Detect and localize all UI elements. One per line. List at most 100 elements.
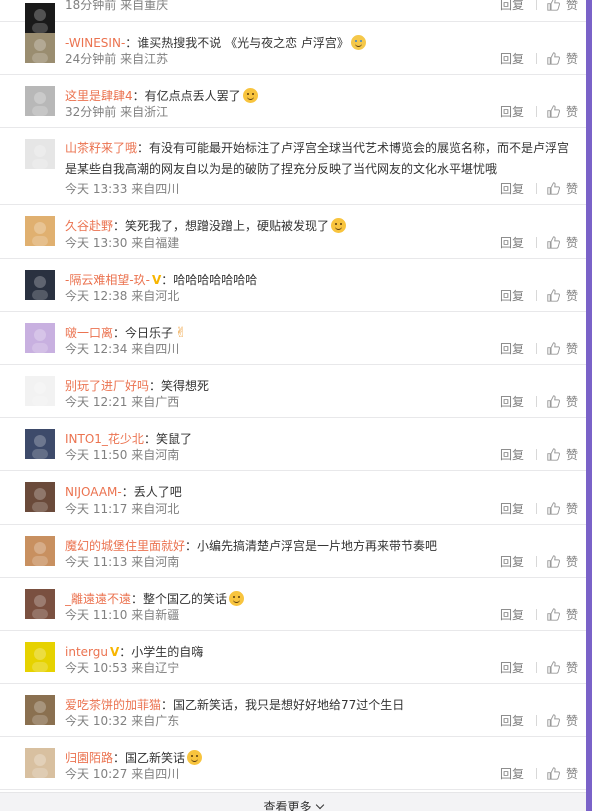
thumbs-up-icon[interactable] xyxy=(547,555,560,568)
thumbs-up-icon[interactable] xyxy=(547,289,560,302)
comment-username[interactable]: -WINESIN- xyxy=(65,36,125,50)
like-label[interactable]: 赞 xyxy=(566,661,578,675)
reply-button[interactable]: 回复 xyxy=(500,105,524,119)
like-label[interactable]: 赞 xyxy=(566,0,578,12)
divider xyxy=(535,396,537,408)
thumbs-up-icon[interactable] xyxy=(547,501,560,515)
avatar[interactable] xyxy=(25,86,55,117)
like-label[interactable]: 赞 xyxy=(566,289,578,303)
like-label[interactable]: 赞 xyxy=(566,105,578,119)
comment-username[interactable]: 爱吃茶饼的加菲猫 xyxy=(65,698,161,712)
comment-item: -WINESIN-：谁买热搜我不说 《光与夜之恋 卢浮宫》 24分钟前 来自江苏… xyxy=(0,22,586,76)
comment-username[interactable]: 山茶籽来了哦 xyxy=(65,141,137,155)
view-more-bar[interactable]: 查看更多 xyxy=(0,792,586,811)
comment-actions: 回复 赞 xyxy=(500,659,578,676)
thumbs-up-icon[interactable] xyxy=(547,714,560,727)
comment-username[interactable]: intergu xyxy=(65,645,108,659)
comment-text: ：有亿点点丢人罢了 xyxy=(132,89,241,104)
comment-actions: 回复 赞 xyxy=(500,553,578,570)
like-label[interactable]: 赞 xyxy=(566,714,578,728)
avatar[interactable] xyxy=(25,748,55,779)
comment-location: 来自河北 xyxy=(131,501,180,516)
thumbs-up-icon[interactable] xyxy=(547,0,560,11)
reply-button[interactable]: 回复 xyxy=(500,342,524,356)
comment-meta: 24分钟前 来自江苏 xyxy=(65,50,168,67)
thumbs-up-icon[interactable] xyxy=(547,395,560,408)
like-label[interactable]: 赞 xyxy=(566,448,578,462)
avatar[interactable] xyxy=(25,588,55,619)
comment-meta: 今天 10:53 来自辽宁 xyxy=(65,659,179,676)
comment-username[interactable]: NIJOAAM- xyxy=(65,485,122,499)
avatar[interactable] xyxy=(25,322,55,353)
like-label[interactable]: 赞 xyxy=(566,52,578,66)
comment-text: ：小学生的自嗨 xyxy=(119,644,204,659)
comment-username[interactable]: 归園陌路 xyxy=(65,751,113,765)
comment-username[interactable]: 魔幻的城堡住里面就好 xyxy=(65,539,185,553)
view-more-button[interactable]: 查看更多 xyxy=(263,800,311,811)
avatar[interactable] xyxy=(25,641,55,672)
thumbs-up-icon[interactable] xyxy=(547,767,560,781)
avatar[interactable] xyxy=(25,429,55,460)
reply-button[interactable]: 回复 xyxy=(500,661,524,675)
avatar[interactable] xyxy=(25,216,55,247)
comment-text: ：笑鼠了 xyxy=(143,432,192,447)
avatar[interactable] xyxy=(25,269,55,300)
like-label[interactable]: 赞 xyxy=(566,555,578,569)
reply-button[interactable]: 回复 xyxy=(500,555,524,569)
reply-button[interactable]: 回复 xyxy=(500,448,524,462)
divider xyxy=(535,342,537,354)
like-label[interactable]: 赞 xyxy=(566,182,578,196)
comment-text: ：今日乐子 xyxy=(113,325,174,340)
avatar[interactable] xyxy=(25,482,55,513)
comment-actions: 回复 赞 xyxy=(500,0,578,13)
like-label[interactable]: 赞 xyxy=(566,767,578,781)
reply-button[interactable]: 回复 xyxy=(500,714,524,728)
comment-actions: 回复 赞 xyxy=(500,606,578,623)
thumbs-up-icon[interactable] xyxy=(547,235,560,249)
thumbs-up-icon[interactable] xyxy=(547,661,560,674)
comment-username[interactable]: INTO1_花少北 xyxy=(65,432,144,446)
avatar[interactable] xyxy=(25,535,55,566)
avatar[interactable] xyxy=(25,33,55,63)
reply-button[interactable]: 回复 xyxy=(500,502,524,516)
comment-username[interactable]: _離遠遠不遠 xyxy=(65,592,131,606)
divider xyxy=(535,449,537,461)
comment-username[interactable]: -隔云难相望-玖- xyxy=(65,273,150,287)
thumbs-up-icon[interactable] xyxy=(547,52,560,65)
reply-button[interactable]: 回复 xyxy=(500,289,524,303)
thumbs-up-icon[interactable] xyxy=(547,182,560,196)
comment-location: 来自江苏 xyxy=(120,52,169,67)
thumbs-up-icon[interactable] xyxy=(547,105,560,119)
comment-username[interactable]: 这里是肆肆4 xyxy=(65,89,133,103)
avatar[interactable] xyxy=(25,695,55,726)
comment-username[interactable]: 别玩了进厂好吗 xyxy=(65,379,149,393)
avatar[interactable] xyxy=(25,139,55,170)
reply-button[interactable]: 回复 xyxy=(500,182,524,196)
comment-username[interactable]: 久谷赴野 xyxy=(65,219,113,233)
reply-button[interactable]: 回复 xyxy=(500,0,524,12)
comment-time: 今天 10:53 xyxy=(65,661,128,676)
like-label[interactable]: 赞 xyxy=(566,342,578,356)
comment-meta: 今天 11:50 来自河南 xyxy=(65,446,179,463)
like-label[interactable]: 赞 xyxy=(566,395,578,409)
window-edge xyxy=(586,0,592,811)
comment-username[interactable]: 啵一口离 xyxy=(65,326,113,340)
reply-button[interactable]: 回复 xyxy=(500,395,524,409)
avatar[interactable] xyxy=(25,375,55,406)
reply-button[interactable]: 回复 xyxy=(500,236,524,250)
like-label[interactable]: 赞 xyxy=(566,502,578,516)
comment-time: 今天 10:27 xyxy=(65,767,128,782)
thumbs-up-icon[interactable] xyxy=(547,448,560,461)
comment-text: ：哈哈哈哈哈哈哈 xyxy=(161,272,258,287)
comment-time: 今天 11:10 xyxy=(65,607,128,622)
thumbs-up-icon[interactable] xyxy=(547,608,560,621)
reply-button[interactable]: 回复 xyxy=(500,767,524,781)
thumbs-up-icon[interactable] xyxy=(547,342,560,355)
like-label[interactable]: 赞 xyxy=(566,236,578,250)
comment-item: 这里是肆肆4：有亿点点丢人罢了 32分钟前 来自浙江 回复 赞 xyxy=(0,75,586,129)
comment-item: 久谷赴野：笑死我了，想蹭没蹭上，硬贴被发现了 今天 13:30 来自福建 回复 赞 xyxy=(0,205,586,259)
reply-button[interactable]: 回复 xyxy=(500,52,524,66)
like-label[interactable]: 赞 xyxy=(566,608,578,622)
divider xyxy=(535,502,537,514)
reply-button[interactable]: 回复 xyxy=(500,608,524,622)
